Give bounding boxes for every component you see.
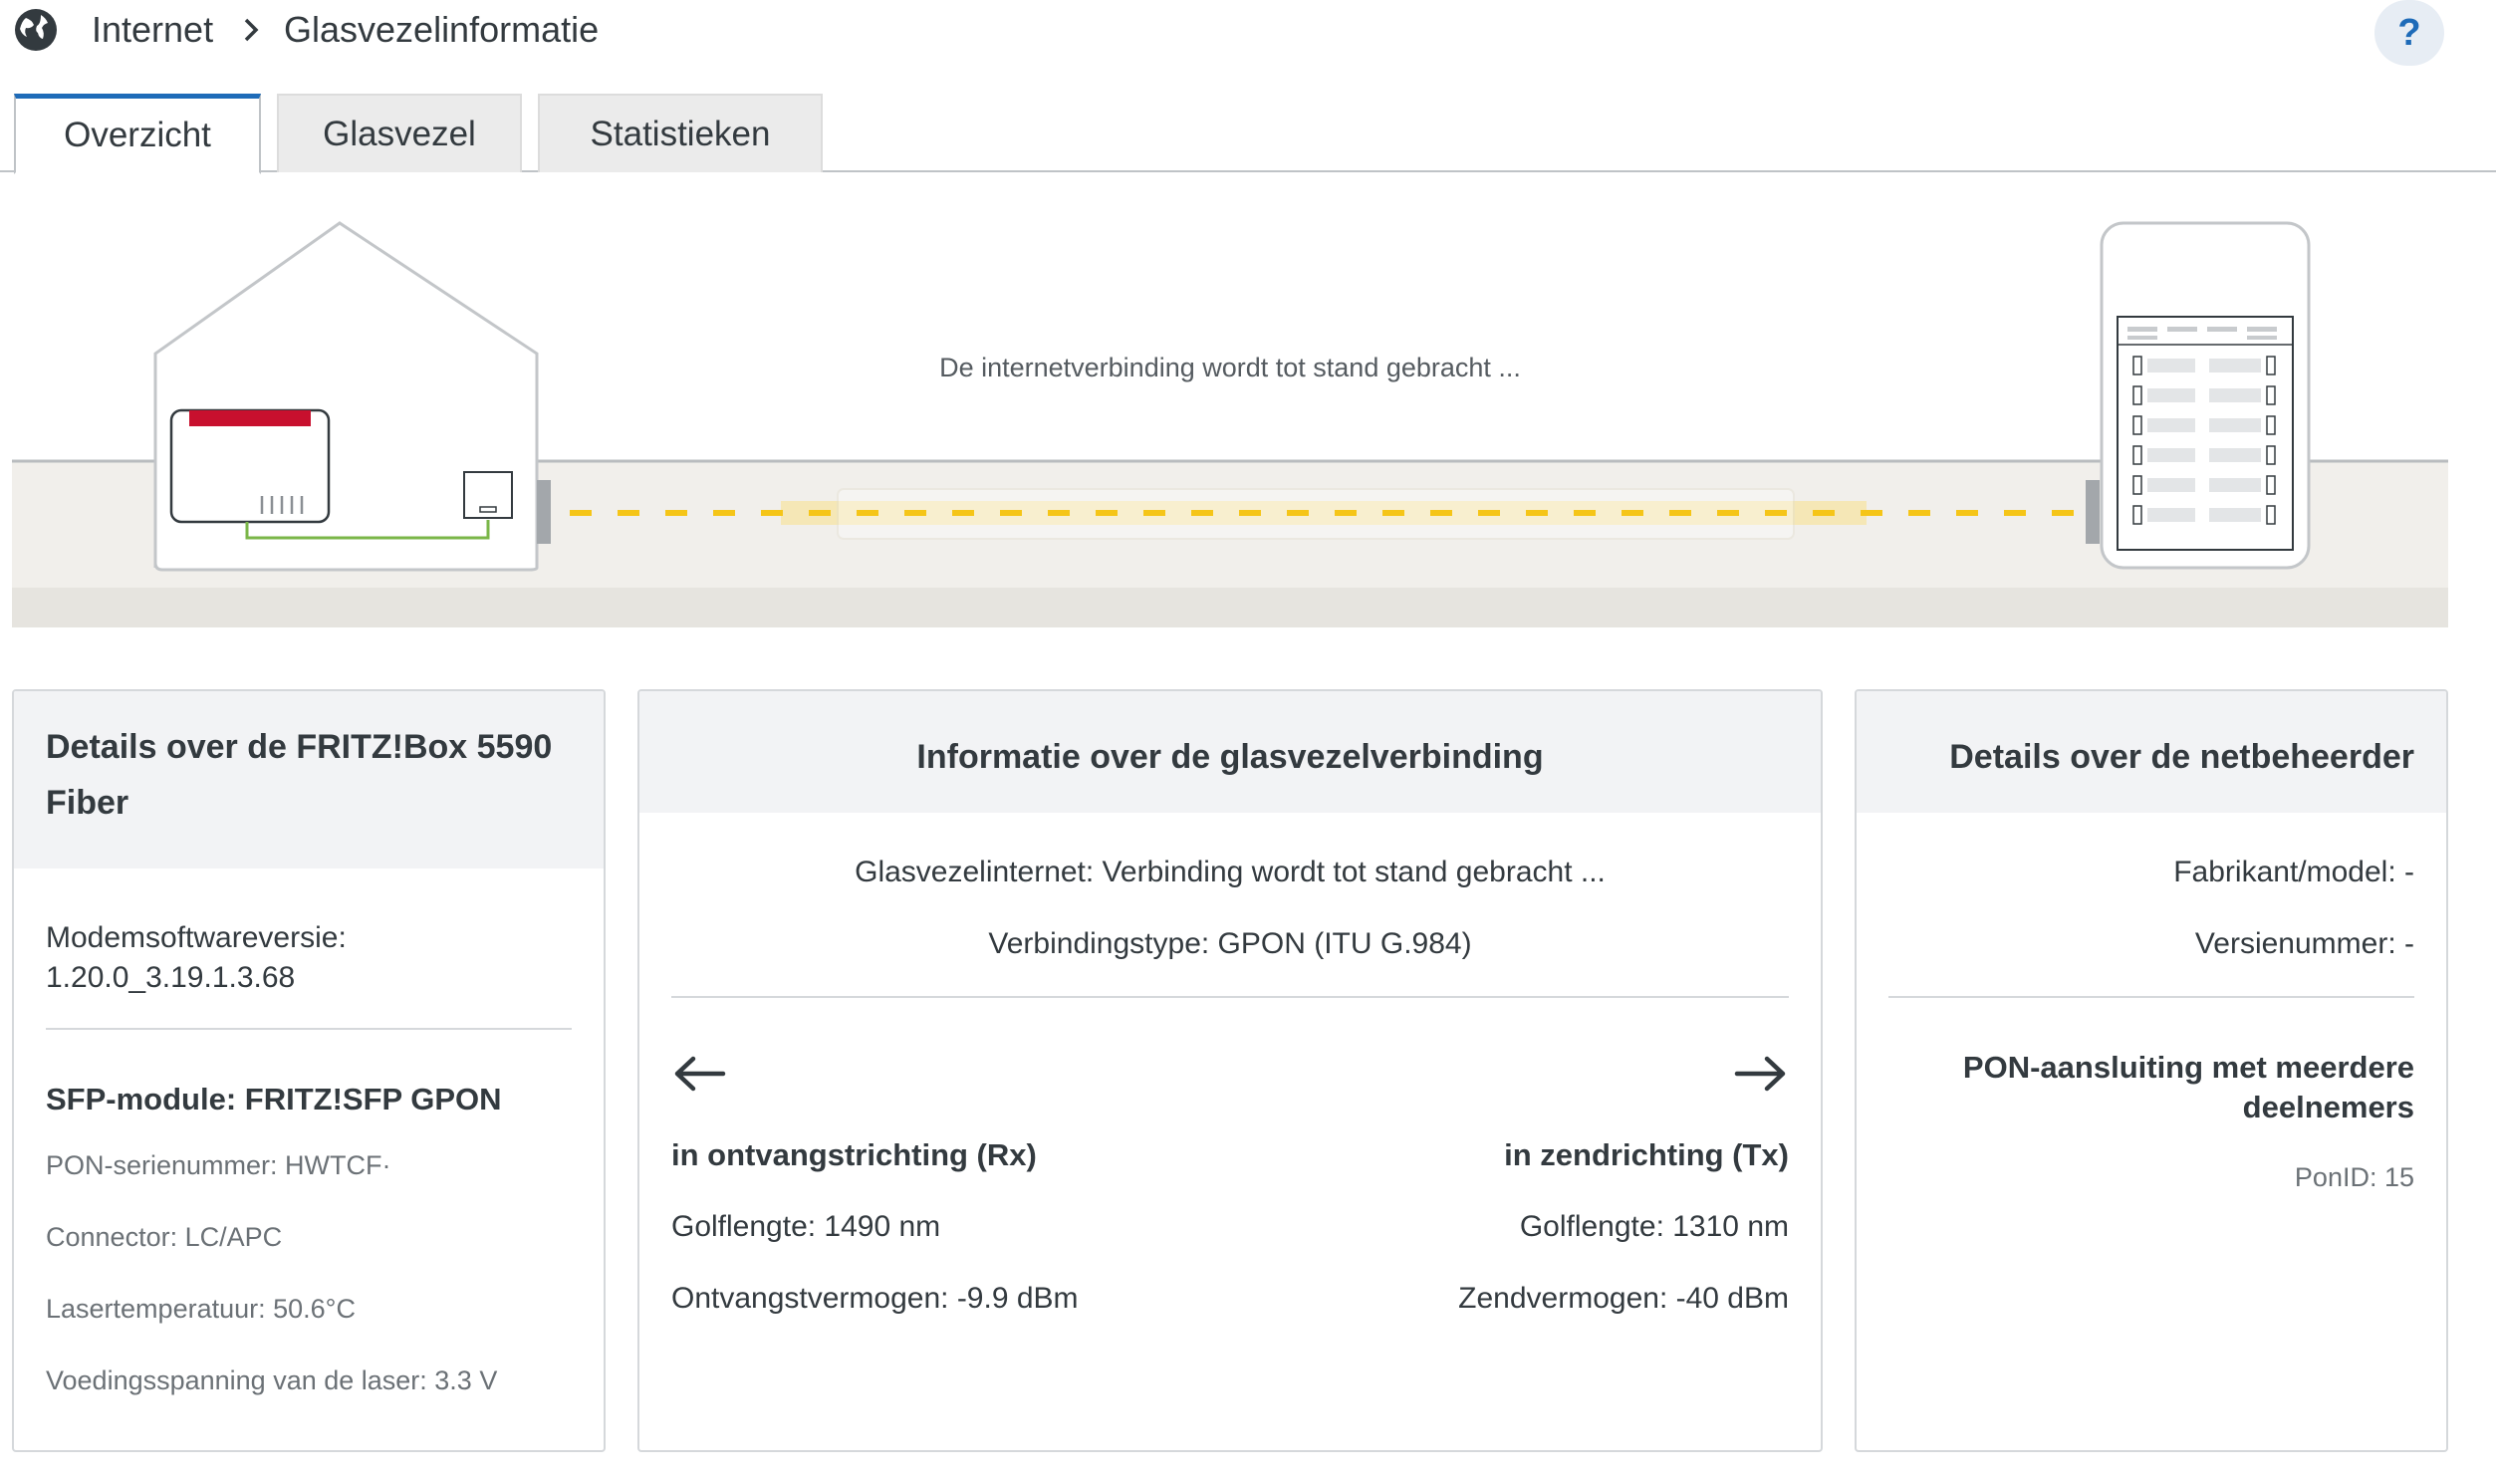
fiber-socket-icon <box>463 471 513 519</box>
firmware-value: 1.20.0_3.19.1.3.68 <box>46 961 296 994</box>
connection-type: Verbindingstype: GPON (ITU G.984) <box>988 927 1472 960</box>
breadcrumb-internet[interactable]: Internet <box>92 8 213 52</box>
connection-diagram-graphic <box>12 221 2448 627</box>
fiber-connection-title: Informatie over de glasvezelverbinding <box>639 691 1821 813</box>
pon-serial-number: PON-serienummer: HWTCF· <box>46 1150 391 1180</box>
laser-temperature: Lasertemperatuur: 50.6°C <box>46 1294 356 1324</box>
pon-id: PonID: 15 <box>2294 1162 2414 1192</box>
connection-status-text: De internetverbinding wordt tot stand ge… <box>939 353 1521 382</box>
fiber-info-page: Internet Glasvezelinformatie ? Overzicht… <box>0 0 2496 1484</box>
tab-glasvezel[interactable]: Glasvezel <box>277 94 522 172</box>
chevron-right-icon <box>244 18 259 42</box>
tab-statistieken[interactable]: Statistieken <box>538 94 823 172</box>
rx-wavelength: Golflengte: 1490 nm <box>671 1210 941 1243</box>
tx-wavelength: Golflengte: 1310 nm <box>1519 1210 1789 1243</box>
connector-type: Connector: LC/APC <box>46 1222 283 1252</box>
connection-diagram: De internetverbinding wordt tot stand ge… <box>12 209 2448 627</box>
router-icon <box>169 408 331 524</box>
divider <box>46 1028 572 1030</box>
fiber-connection-card: Informatie over de glasvezelverbinding G… <box>637 689 1823 1452</box>
laser-supply-voltage: Voedingsspanning van de laser: 3.3 V <box>46 1365 498 1395</box>
operator-details-title: Details over de netbeheerder <box>1857 691 2446 813</box>
rx-column: in ontvangstrichting (Rx) Golflengte: 14… <box>671 1135 1079 1319</box>
device-details-title: Details over de FRITZ!Box 5590 Fiber <box>14 691 604 868</box>
sfp-module-title: SFP-module: FRITZ!SFP GPON <box>46 1082 502 1116</box>
tx-title: in zendrichting (Tx) <box>1504 1137 1789 1172</box>
page-title: Glasvezelinformatie <box>284 9 600 50</box>
help-button[interactable]: ? <box>2374 0 2444 66</box>
globe-icon <box>15 9 57 51</box>
tx-column: in zendrichting (Tx) Golflengte: 1310 nm… <box>1458 1135 1789 1319</box>
rx-title: in ontvangstrichting (Rx) <box>671 1137 1037 1172</box>
operator-version: Versienummer: - <box>2194 927 2414 960</box>
divider <box>1888 996 2414 998</box>
firmware-version: Modemsoftwareversie: 1.20.0_3.19.1.3.68 <box>46 918 572 998</box>
operator-model: Fabrikant/model: - <box>2173 856 2414 888</box>
pon-connection-title: PON-aansluiting met meerdere deelnemers <box>1962 1050 2414 1124</box>
rx-power: Ontvangstvermogen: -9.9 dBm <box>671 1282 1079 1315</box>
ground-base <box>12 588 2448 627</box>
tx-power: Zendvermogen: -40 dBm <box>1458 1282 1789 1315</box>
operator-details-card: Details over de netbeheerder Fabrikant/m… <box>1855 689 2448 1452</box>
arrow-left-icon <box>674 1056 726 1092</box>
tab-overzicht[interactable]: Overzicht <box>14 94 261 174</box>
distribution-cabinet-icon <box>2086 221 2311 570</box>
fiber-status: Glasvezelinternet: Verbinding wordt tot … <box>855 856 1606 888</box>
arrow-right-icon <box>1734 1056 1786 1092</box>
firmware-label: Modemsoftwareversie: <box>46 921 347 954</box>
device-details-card: Details over de FRITZ!Box 5590 Fiber Mod… <box>12 689 606 1452</box>
